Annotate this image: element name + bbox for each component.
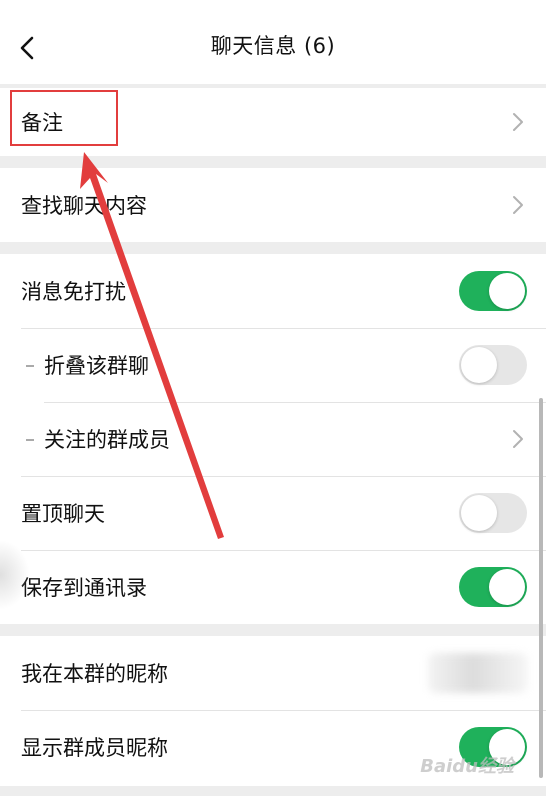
nickname-value	[428, 653, 528, 693]
my-nickname-label: 我在本群的昵称	[21, 662, 168, 686]
pin-label: 置顶聊天	[21, 502, 105, 526]
search-section: 查找聊天内容	[0, 168, 546, 242]
pin-row: 置顶聊天	[0, 476, 546, 550]
scrollbar[interactable]	[539, 398, 543, 778]
pin-toggle[interactable]	[459, 493, 527, 533]
watermark: Baidu经验	[420, 756, 514, 777]
search-history-row[interactable]: 查找聊天内容	[0, 168, 546, 242]
dash-icon	[26, 439, 34, 441]
toggle-knob	[489, 273, 525, 309]
search-history-label: 查找聊天内容	[21, 194, 147, 218]
my-nickname-row[interactable]: 我在本群的昵称	[0, 636, 546, 710]
fold-toggle[interactable]	[459, 345, 527, 385]
dash-icon	[26, 365, 34, 367]
save-contacts-row: 保存到通讯录	[0, 550, 546, 624]
fold-row: 折叠该群聊	[0, 328, 546, 402]
toggle-knob	[461, 495, 497, 531]
annotation-highlight-box	[10, 90, 118, 146]
nav-bar: 聊天信息 (6)	[0, 0, 546, 80]
mute-label: 消息免打扰	[21, 280, 126, 304]
chevron-right-icon	[513, 196, 523, 214]
chevron-right-icon	[513, 430, 523, 448]
chevron-right-icon	[513, 113, 523, 131]
settings-section: 消息免打扰 折叠该群聊 关注的群成员 置顶聊天 保存到通讯录	[0, 254, 546, 624]
edge-shadow	[0, 540, 30, 610]
chat-info-screen: 聊天信息 (6) 备注 查找聊天内容 消息免打扰 折叠该群聊 关注的群成员 置顶…	[0, 0, 546, 803]
mute-toggle[interactable]	[459, 271, 527, 311]
bottom-strip	[0, 796, 546, 803]
show-nicknames-label: 显示群成员昵称	[21, 736, 168, 760]
save-contacts-label: 保存到通讯录	[21, 576, 147, 600]
followed-members-label: 关注的群成员	[44, 428, 170, 452]
page-title: 聊天信息 (6)	[210, 34, 336, 58]
save-contacts-toggle[interactable]	[459, 567, 527, 607]
fold-label: 折叠该群聊	[44, 354, 149, 378]
mute-row: 消息免打扰	[0, 254, 546, 328]
toggle-knob	[489, 569, 525, 605]
header-strip	[0, 80, 546, 84]
toggle-knob	[461, 347, 497, 383]
followed-members-row[interactable]: 关注的群成员	[0, 402, 546, 476]
